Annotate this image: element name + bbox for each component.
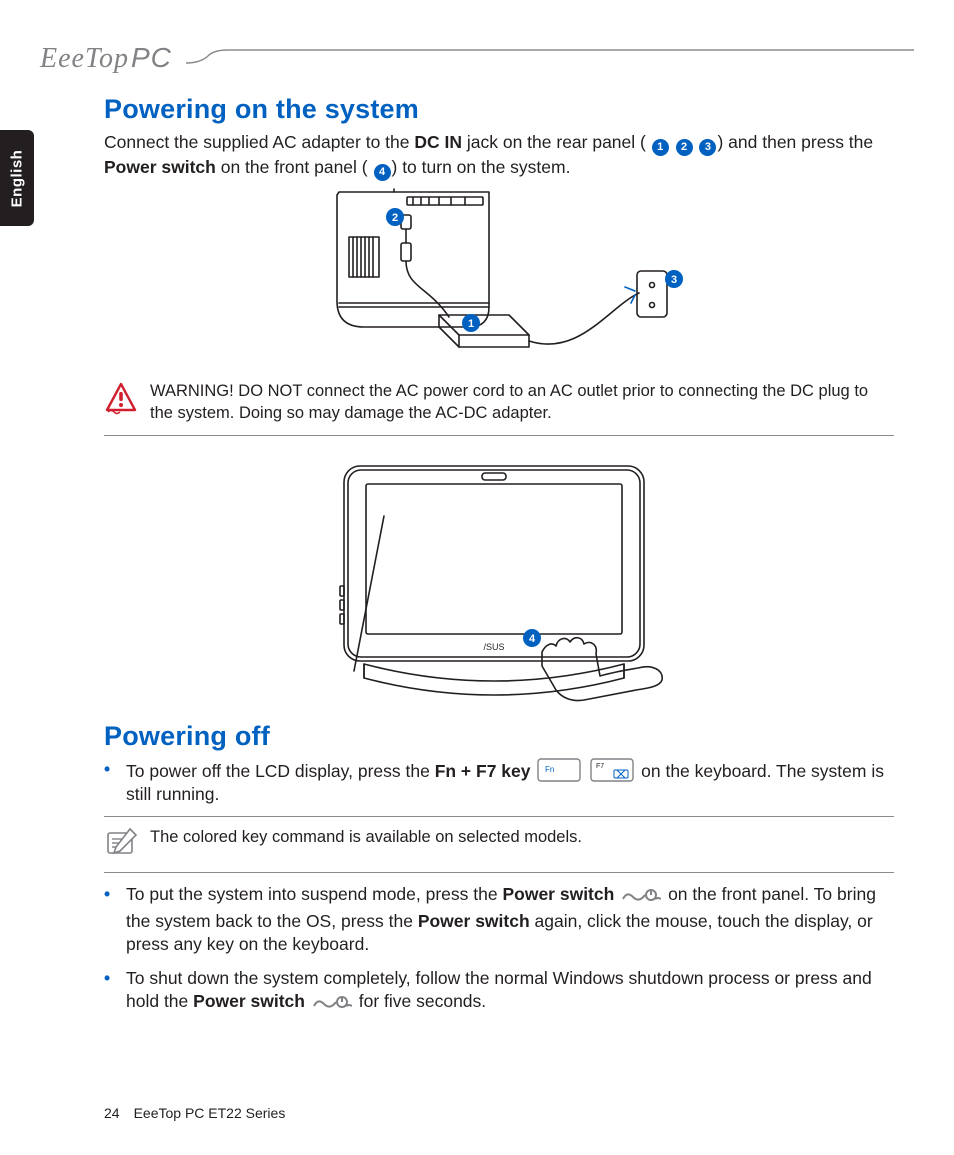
page-footer: 24 EeeTop PC ET22 Series <box>104 1105 285 1121</box>
page-header: EeeTopPC <box>40 44 914 72</box>
svg-text:/SUS: /SUS <box>483 642 504 652</box>
callout-3-icon: 3 <box>699 139 716 156</box>
svg-text:Fn: Fn <box>545 765 554 774</box>
warning-icon <box>104 381 144 420</box>
power-switch-icon <box>312 993 352 1016</box>
svg-text:3: 3 <box>671 274 677 286</box>
svg-text:2: 2 <box>392 212 398 224</box>
svg-text:1: 1 <box>468 318 474 330</box>
page-number: 24 <box>104 1105 120 1121</box>
warning-note: WARNING! DO NOT connect the AC power cor… <box>104 377 894 436</box>
logo-pc: PC <box>131 42 172 73</box>
language-label: English <box>9 149 26 207</box>
warning-text: WARNING! DO NOT connect the AC power cor… <box>150 381 894 425</box>
power-switch-icon <box>621 886 661 909</box>
bullet-icon: • <box>104 883 126 956</box>
bullet-icon: • <box>104 967 126 1017</box>
callout-2-icon: 2 <box>676 139 693 156</box>
key-fn-icon: Fn <box>537 758 581 782</box>
heading-powering-on: Powering on the system <box>104 94 894 125</box>
info-note: The colored key command is available on … <box>104 816 894 873</box>
header-rule <box>186 49 914 67</box>
bullet-icon: • <box>104 758 126 807</box>
figure-rear-panel: 2 1 3 <box>104 187 894 367</box>
info-note-text: The colored key command is available on … <box>150 827 582 849</box>
svg-text:4: 4 <box>529 633 536 645</box>
intro-paragraph: Connect the supplied AC adapter to the D… <box>104 131 894 181</box>
callout-4-icon: 4 <box>374 164 391 181</box>
logo: EeeTopPC <box>40 42 172 75</box>
language-tab: English <box>0 130 34 226</box>
series-label: EeeTop PC ET22 Series <box>134 1105 286 1121</box>
svg-text:F7: F7 <box>596 763 604 770</box>
heading-powering-off: Powering off <box>104 721 894 752</box>
bullet-lcd-off: • To power off the LCD display, press th… <box>104 758 894 807</box>
note-icon <box>104 827 144 862</box>
bullet-suspend: • To put the system into suspend mode, p… <box>104 883 894 956</box>
key-f7-icon: F7 <box>590 758 634 782</box>
bullet-shutdown: • To shut down the system completely, fo… <box>104 967 894 1017</box>
figure-front-panel: /SUS 4 <box>104 446 894 711</box>
callout-1-icon: 1 <box>652 139 669 156</box>
logo-script: EeeTop <box>40 43 129 74</box>
